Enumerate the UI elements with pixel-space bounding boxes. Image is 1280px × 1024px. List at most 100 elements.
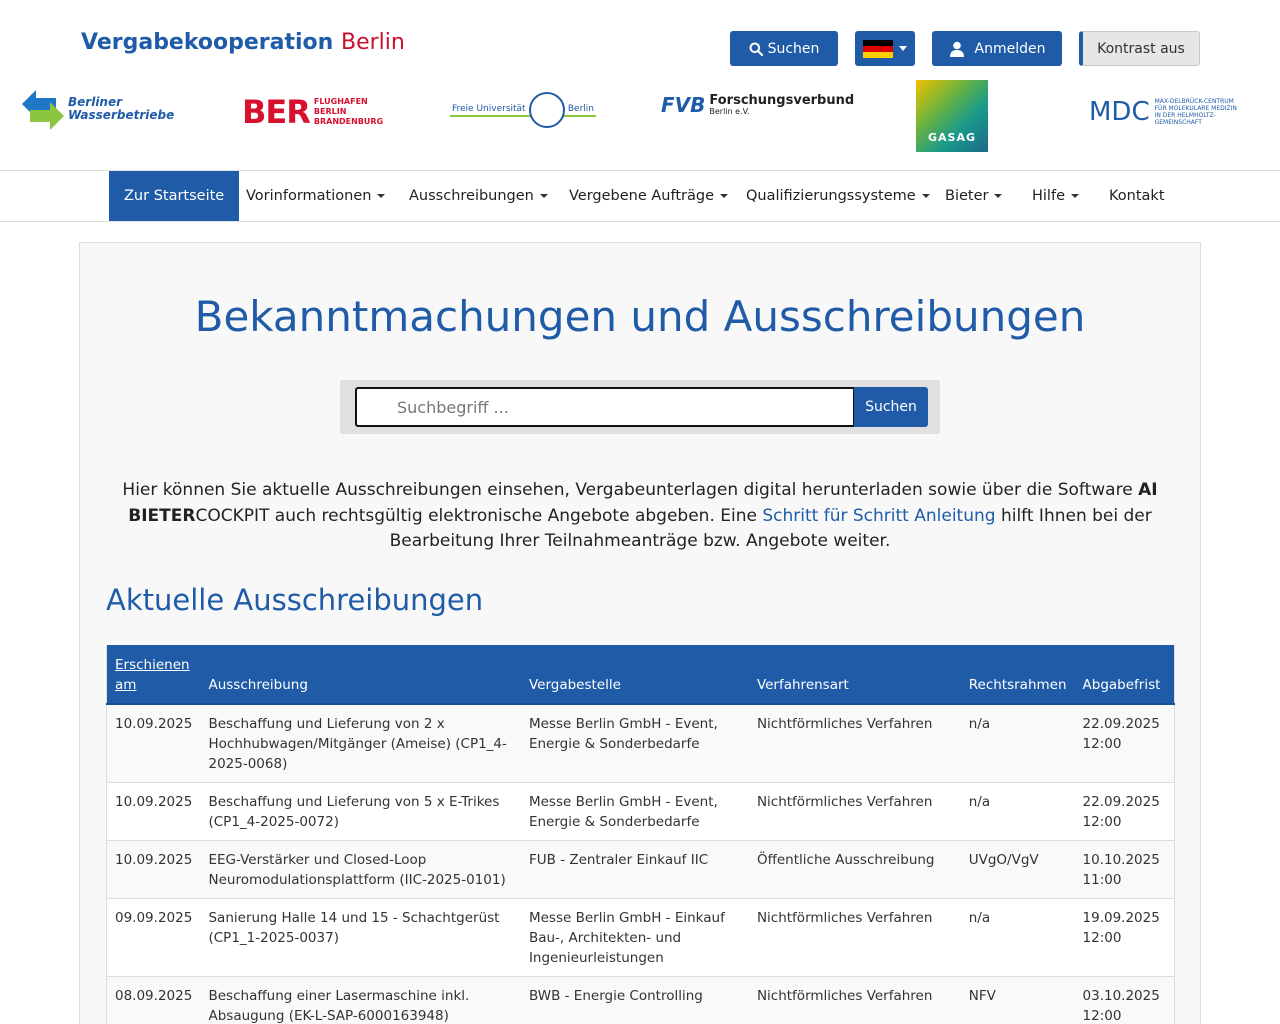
- mdc-line3: IN DER HELMHOLTZ-GEMEINSCHAFT: [1154, 112, 1216, 126]
- search-input[interactable]: [355, 387, 855, 427]
- nav-ausschreibungen-label: Ausschreibungen: [409, 188, 534, 204]
- cell-procedure: Nichtförmliches Verfahren: [748, 782, 961, 841]
- cell-deadline-time: 12:00: [1082, 930, 1122, 946]
- cell-deadline-date: 22.09.2025: [1082, 716, 1160, 732]
- fu-seal-icon: [529, 92, 565, 128]
- nav-home-label: Zur Startseite: [124, 188, 225, 204]
- german-flag-icon: [863, 39, 893, 58]
- cell-date: 08.09.2025: [106, 976, 201, 1024]
- site-brand[interactable]: Vergabekooperation Berlin: [81, 30, 405, 55]
- table-row[interactable]: 10.09.2025 Beschaffung und Lieferung von…: [106, 782, 1175, 841]
- header-date-line1: Erschienen: [115, 657, 190, 673]
- tenders-table: Erschienen am Ausschreibung Vergabestelle…: [106, 645, 1175, 1024]
- header-search-label: Suchen: [767, 40, 820, 57]
- cell-authority: BWB - Energie Controlling: [520, 976, 749, 1024]
- table-row[interactable]: 10.09.2025 Beschaffung und Lieferung von…: [106, 704, 1175, 783]
- page-title: Bekanntmachungen und Ausschreibungen: [194, 292, 1086, 341]
- logo-ber-flughafen[interactable]: BER FLUGHAFEN BERLIN BRANDENBURG: [242, 96, 383, 128]
- nav-qualifizierungssysteme[interactable]: Qualifizierungssysteme: [746, 171, 930, 221]
- cell-deadline: 10.10.2025 11:00: [1074, 840, 1175, 899]
- login-label: Anmelden: [974, 40, 1046, 57]
- chevron-down-icon: [921, 194, 930, 198]
- cell-title: EEG-Verstärker und Closed-Loop Neuromodu…: [200, 840, 521, 899]
- logo-berliner-wasserbetriebe[interactable]: Berliner Wasserbetriebe: [22, 88, 174, 130]
- cell-date: 10.09.2025: [106, 840, 201, 899]
- table-row[interactable]: 09.09.2025 Sanierung Halle 14 und 15 - S…: [106, 898, 1175, 977]
- table-header-row: Erschienen am Ausschreibung Vergabestelle…: [106, 645, 1175, 705]
- header-title: Ausschreibung: [200, 645, 521, 705]
- table-row[interactable]: 10.09.2025 EEG-Verstärker und Closed-Loo…: [106, 840, 1175, 899]
- cell-deadline-time: 12:00: [1082, 1008, 1122, 1024]
- logo-mdc[interactable]: MDC MAX-DELBRÜCK-CENTRUM FÜR MOLEKULARE …: [1089, 98, 1245, 126]
- cell-deadline-date: 22.09.2025: [1082, 794, 1160, 810]
- logo-forschungsverbund[interactable]: FVB Forschungsverbund Berlin e.V.: [661, 94, 854, 116]
- cell-authority: Messe Berlin GmbH - Event, Energie & Son…: [520, 782, 749, 841]
- cell-procedure: Nichtförmliches Verfahren: [748, 976, 961, 1024]
- chevron-down-icon: [1071, 194, 1079, 198]
- fu-line: [450, 115, 596, 117]
- cell-deadline-date: 19.09.2025: [1082, 910, 1160, 926]
- login-button[interactable]: Anmelden: [932, 31, 1062, 66]
- cell-deadline-time: 12:00: [1082, 736, 1122, 752]
- cell-authority: FUB - Zentraler Einkauf IIC: [520, 840, 749, 899]
- header-date-line2: am: [115, 677, 137, 693]
- nav-kontakt-label: Kontakt: [1109, 188, 1165, 204]
- cell-procedure: Nichtförmliches Verfahren: [748, 898, 961, 977]
- header-date[interactable]: Erschienen am: [106, 645, 201, 705]
- nav-vergebene-auftraege[interactable]: Vergebene Aufträge: [569, 171, 729, 221]
- cell-deadline-date: 03.10.2025: [1082, 988, 1160, 1004]
- intro-part2: COCKPIT auch rechtsgültig elektronische …: [195, 505, 763, 526]
- header-law: Rechtsrahmen: [960, 645, 1075, 705]
- chevron-down-icon: [994, 194, 1003, 198]
- cell-title: Beschaffung und Lieferung von 2 x Hochhu…: [200, 704, 521, 783]
- cell-procedure: Nichtförmliches Verfahren: [748, 704, 961, 783]
- intro-part1: Hier können Sie aktuelle Ausschreibungen…: [122, 480, 1139, 500]
- contrast-label: Kontrast aus: [1097, 40, 1185, 57]
- ber-big: BER: [242, 93, 311, 131]
- gasag-text: GASAG: [927, 131, 976, 144]
- user-icon: [949, 41, 964, 57]
- chevron-down-icon: [539, 194, 548, 198]
- nav-vorinformationen[interactable]: Vorinformationen: [246, 171, 386, 221]
- header-deadline: Abgabefrist: [1074, 645, 1175, 705]
- logo-freie-universitaet[interactable]: Freie Universität Berlin: [450, 91, 596, 129]
- fu-right-text: Berlin: [567, 104, 594, 114]
- cell-title: Sanierung Halle 14 und 15 - Schachtgerüs…: [200, 898, 521, 977]
- nav-vergebene-auftraege-label: Vergebene Aufträge: [569, 188, 715, 204]
- search-submit-button[interactable]: Suchen: [854, 387, 928, 427]
- nav-vorinformationen-label: Vorinformationen: [246, 188, 372, 204]
- cell-law: NFV: [960, 976, 1075, 1024]
- contrast-toggle-button[interactable]: Kontrast aus: [1079, 31, 1200, 66]
- mdc-line1: MAX-DELBRÜCK-CENTRUM: [1154, 98, 1234, 105]
- language-dropdown[interactable]: [855, 31, 915, 66]
- header-authority: Vergabestelle: [520, 645, 749, 705]
- brand-name: Vergabekooperation: [81, 30, 334, 55]
- cell-title: Beschaffung einer Lasermaschine inkl. Ab…: [200, 976, 521, 1024]
- chevron-down-icon: [720, 194, 729, 198]
- nav-bieter[interactable]: Bieter: [945, 171, 1003, 221]
- cell-authority: Messe Berlin GmbH - Einkauf Bau-, Archit…: [520, 898, 749, 977]
- step-by-step-guide-link[interactable]: Schritt für Schritt Anleitung: [762, 506, 995, 526]
- section-title: Aktuelle Ausschreibungen: [106, 583, 484, 617]
- logo-gasag[interactable]: GASAG: [916, 80, 988, 152]
- nav-home[interactable]: Zur Startseite: [109, 171, 240, 221]
- fvb-name: Forschungsverbund: [709, 93, 855, 108]
- mdc-big: MDC: [1089, 97, 1150, 127]
- mdc-line2: FÜR MOLEKULARE MEDIZIN: [1154, 105, 1237, 112]
- fu-left-text: Freie Universität: [452, 104, 526, 114]
- main-navbar: Zur Startseite Vorinformationen Ausschre…: [0, 170, 1280, 222]
- cell-deadline-time: 11:00: [1082, 872, 1122, 888]
- cell-procedure: Öffentliche Ausschreibung: [748, 840, 961, 899]
- nav-kontakt[interactable]: Kontakt: [1109, 171, 1165, 221]
- main-panel: Bekanntmachungen und Ausschreibungen Suc…: [79, 242, 1201, 1024]
- chevron-down-icon: [899, 46, 907, 51]
- nav-hilfe[interactable]: Hilfe: [1032, 171, 1079, 221]
- header-search-button[interactable]: Suchen: [730, 31, 838, 66]
- intro-text: Hier können Sie aktuelle Ausschreibungen…: [120, 478, 1160, 555]
- table-row[interactable]: 08.09.2025 Beschaffung einer Lasermaschi…: [106, 976, 1175, 1024]
- nav-ausschreibungen[interactable]: Ausschreibungen: [409, 171, 548, 221]
- ber-line3: BRANDENBURG: [313, 117, 384, 126]
- bwb-line2: Wasserbetriebe: [68, 108, 175, 122]
- bwb-arrows-icon: [22, 90, 64, 130]
- nav-qualifizierungssysteme-label: Qualifizierungssysteme: [746, 188, 916, 204]
